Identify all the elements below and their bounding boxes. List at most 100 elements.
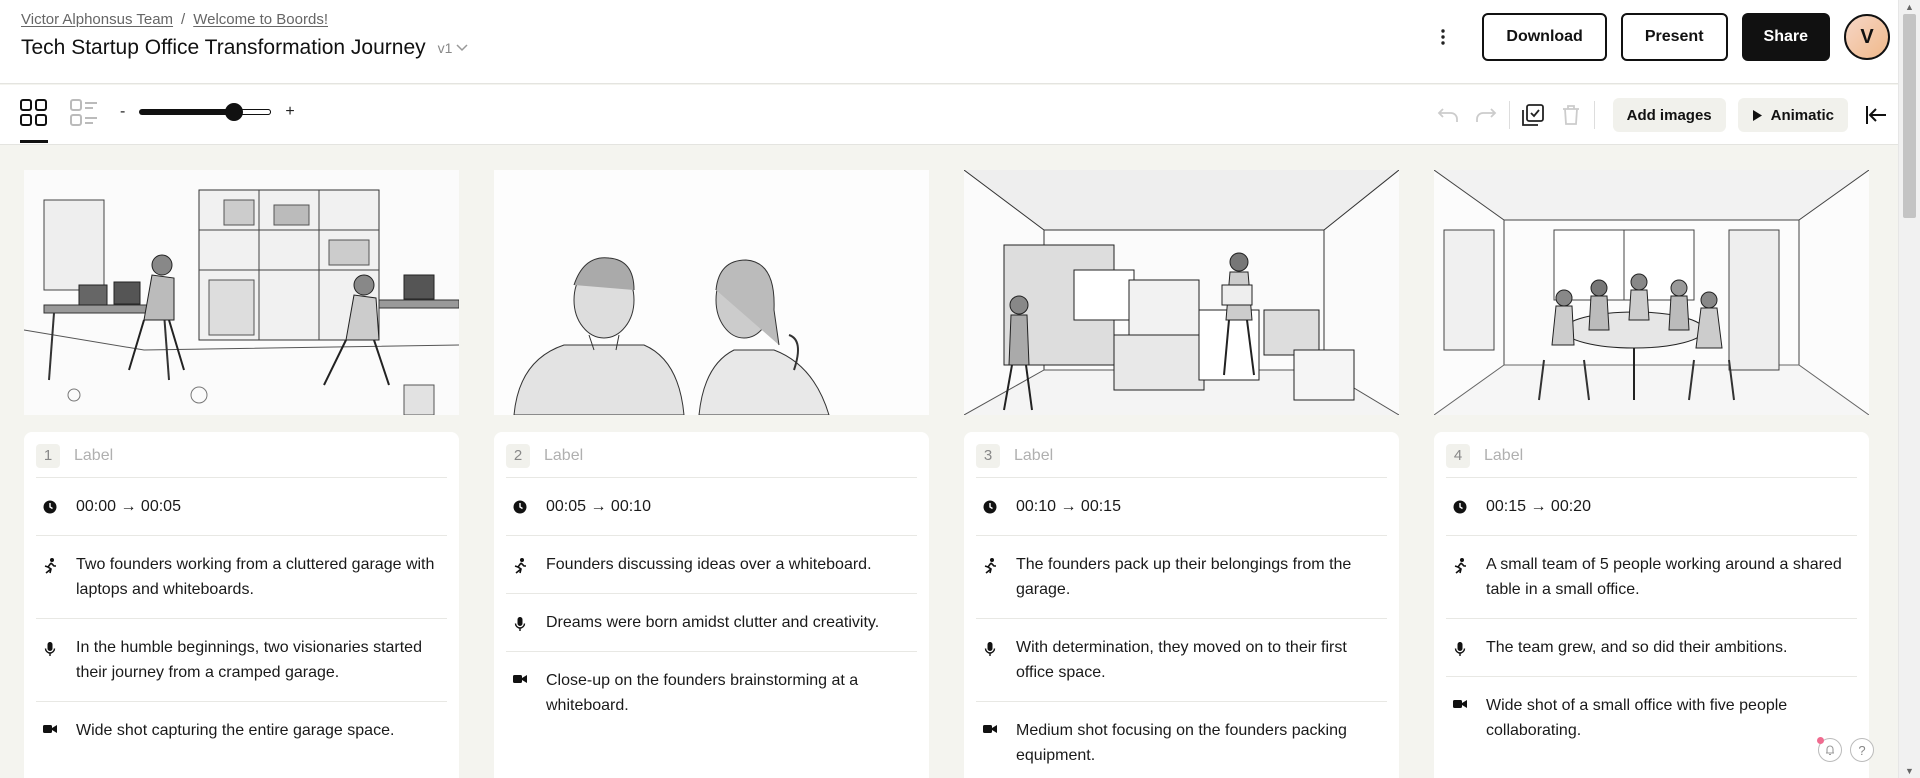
frame-image[interactable]	[24, 170, 459, 415]
list-view-icon[interactable]	[70, 99, 98, 127]
zoom-slider-thumb[interactable]	[225, 103, 244, 121]
clock-icon	[513, 500, 527, 514]
toolbar-divider	[1508, 101, 1510, 129]
floating-help: ?	[1817, 737, 1874, 762]
trash-icon[interactable]	[1552, 97, 1590, 133]
frame-label-input[interactable]: Label	[1014, 447, 1053, 465]
frame-camera: Medium shot focusing on the founders pac…	[1016, 722, 1347, 764]
frame-time-row[interactable]: 00:15 → 00:20	[1446, 478, 1857, 536]
zoom-slider[interactable]	[139, 103, 272, 121]
frame-header: 2 Label	[506, 443, 917, 478]
frame-voiceover-row[interactable]: In the humble beginnings, two visionarie…	[36, 619, 447, 702]
clock-icon	[43, 500, 57, 514]
scrollbar-thumb[interactable]	[1903, 14, 1916, 218]
breadcrumb: Victor Alphonsus Team / Welcome to Boord…	[21, 11, 328, 28]
frame-image[interactable]	[1434, 170, 1869, 415]
clock-icon	[1453, 500, 1467, 514]
frame-label-input[interactable]: Label	[544, 447, 583, 465]
storyboard-frame: 2 Label 00:05 → 00:10 Founders discussin…	[494, 170, 929, 778]
frame-card: 3 Label 00:10 → 00:15 The founders pack …	[964, 432, 1399, 778]
frame-camera-row[interactable]: Wide shot of a small office with five pe…	[1446, 677, 1857, 759]
frame-camera: Close-up on the founders brainstorming a…	[546, 672, 859, 714]
frame-number: 4	[1446, 443, 1470, 468]
storyboard-frame: 1 Label 00:00 → 00:05 Two founders worki…	[24, 170, 459, 778]
frame-number: 3	[976, 443, 1000, 468]
frame-image[interactable]	[494, 170, 929, 415]
frame-action: Two founders working from a cluttered ga…	[76, 556, 435, 598]
notifications-button[interactable]	[1817, 737, 1842, 762]
collapse-panel-icon[interactable]	[1854, 97, 1898, 133]
present-button[interactable]: Present	[1620, 13, 1728, 61]
running-person-icon	[44, 558, 56, 574]
zoom-out-button[interactable]: -	[120, 103, 125, 121]
zoom-in-button[interactable]: +	[285, 103, 294, 121]
frame-header: 1 Label	[36, 443, 447, 478]
storyboard-frame: 3 Label 00:10 → 00:15 The founders pack …	[964, 170, 1399, 778]
running-person-icon	[514, 558, 526, 574]
frame-number: 2	[506, 443, 530, 468]
frame-label-input[interactable]: Label	[1484, 447, 1523, 465]
breadcrumb-team-link[interactable]: Victor Alphonsus Team	[21, 11, 173, 28]
scroll-up-arrow-icon[interactable]: ▲	[1905, 2, 1914, 12]
frame-card: 1 Label 00:00 → 00:05 Two founders worki…	[24, 432, 459, 778]
running-person-icon	[984, 558, 996, 574]
add-images-button[interactable]: Add images	[1612, 98, 1726, 132]
bell-icon	[1826, 745, 1834, 756]
frame-time: 00:10 → 00:15	[1016, 498, 1121, 515]
frame-camera-row[interactable]: Medium shot focusing on the founders pac…	[976, 702, 1387, 778]
grid-view-icon[interactable]	[20, 99, 48, 143]
frame-time-row[interactable]: 00:05 → 00:10	[506, 478, 917, 536]
scroll-down-arrow-icon[interactable]: ▼	[1905, 766, 1914, 776]
frame-time-row[interactable]: 00:10 → 00:15	[976, 478, 1387, 536]
undo-icon[interactable]	[1429, 97, 1467, 133]
header-actions: Download Present Share V	[1428, 13, 1898, 61]
video-camera-icon	[513, 675, 527, 683]
frame-camera-row[interactable]: Wide shot capturing the entire garage sp…	[36, 702, 447, 759]
video-camera-icon	[1453, 700, 1467, 708]
frame-image[interactable]	[964, 170, 1399, 415]
version-label: v1	[437, 40, 453, 56]
share-button[interactable]: Share	[1741, 13, 1830, 61]
frame-time: 00:00 → 00:05	[76, 498, 181, 515]
frame-action-row[interactable]: Two founders working from a cluttered ga…	[36, 536, 447, 619]
frame-voiceover: With determination, they moved on to the…	[1016, 639, 1347, 681]
breadcrumb-project-link[interactable]: Welcome to Boords!	[193, 11, 328, 28]
download-button[interactable]: Download	[1482, 13, 1607, 61]
frame-voiceover-row[interactable]: Dreams were born amidst clutter and crea…	[506, 594, 917, 652]
page-title[interactable]: Tech Startup Office Transformation Journ…	[21, 36, 426, 60]
redo-icon[interactable]	[1467, 97, 1505, 133]
breadcrumb-separator: /	[181, 11, 186, 28]
animatic-button[interactable]: Animatic	[1737, 98, 1848, 132]
frame-action: A small team of 5 people working around …	[1486, 556, 1842, 598]
version-selector[interactable]: v1	[438, 40, 469, 56]
storyboard-frames: 1 Label 00:00 → 00:05 Two founders worki…	[24, 170, 1869, 778]
header: Victor Alphonsus Team / Welcome to Boord…	[0, 0, 1898, 84]
microphone-icon	[514, 617, 526, 631]
avatar[interactable]: V	[1844, 14, 1890, 60]
play-icon	[1752, 109, 1762, 121]
frame-header: 3 Label	[976, 443, 1387, 478]
toolbar-divider	[1593, 101, 1595, 129]
page-scrollbar[interactable]: ▲ ▼	[1898, 0, 1920, 778]
frame-voiceover-row[interactable]: The team grew, and so did their ambition…	[1446, 619, 1857, 677]
add-images-label: Add images	[1626, 106, 1712, 124]
frame-action-row[interactable]: The founders pack up their belongings fr…	[976, 536, 1387, 619]
video-camera-icon	[983, 725, 997, 733]
microphone-icon	[44, 642, 56, 656]
more-options-icon[interactable]	[1428, 13, 1458, 61]
frame-header: 4 Label	[1446, 443, 1857, 478]
clock-icon	[983, 500, 997, 514]
toolbar-actions: Add images Animatic	[1429, 97, 1898, 133]
frame-voiceover-row[interactable]: With determination, they moved on to the…	[976, 619, 1387, 702]
frame-action-row[interactable]: Founders discussing ideas over a whitebo…	[506, 536, 917, 594]
frame-camera: Wide shot of a small office with five pe…	[1486, 697, 1788, 739]
frame-action-row[interactable]: A small team of 5 people working around …	[1446, 536, 1857, 619]
zoom-control: - +	[120, 103, 295, 121]
frame-time-row[interactable]: 00:00 → 00:05	[36, 478, 447, 536]
frame-voiceover: The team grew, and so did their ambition…	[1486, 639, 1788, 656]
help-button[interactable]: ?	[1850, 738, 1874, 762]
frame-label-input[interactable]: Label	[74, 447, 113, 465]
select-all-icon[interactable]	[1514, 97, 1552, 133]
frame-camera-row[interactable]: Close-up on the founders brainstorming a…	[506, 652, 917, 734]
video-camera-icon	[43, 725, 57, 733]
